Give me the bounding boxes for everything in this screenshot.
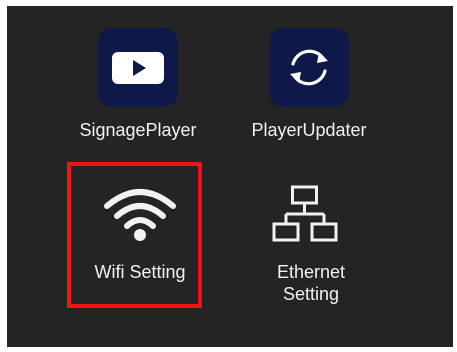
ethernet-setting-label[interactable]: Ethernet Setting	[241, 261, 381, 305]
playerupdater-icon-badge[interactable]	[269, 28, 349, 107]
ethernet-label-line2: Setting	[282, 284, 340, 304]
signageplayer-icon-badge[interactable]	[98, 28, 178, 107]
ethernet-network-icon[interactable]	[269, 184, 341, 244]
screen: SignagePlayer PlayerUpdater Wifi Setting…	[0, 0, 457, 352]
wifi-setting-label[interactable]: Wifi Setting	[70, 261, 210, 283]
playerupdater-label[interactable]: PlayerUpdater	[239, 119, 379, 141]
play-button-icon	[112, 52, 164, 84]
signageplayer-label[interactable]: SignagePlayer	[68, 119, 208, 141]
launcher-panel: SignagePlayer PlayerUpdater Wifi Setting…	[7, 6, 453, 347]
wifi-icon[interactable]	[100, 184, 180, 244]
refresh-arrows-icon	[290, 49, 328, 86]
ethernet-label-line1: Ethernet	[276, 262, 346, 282]
